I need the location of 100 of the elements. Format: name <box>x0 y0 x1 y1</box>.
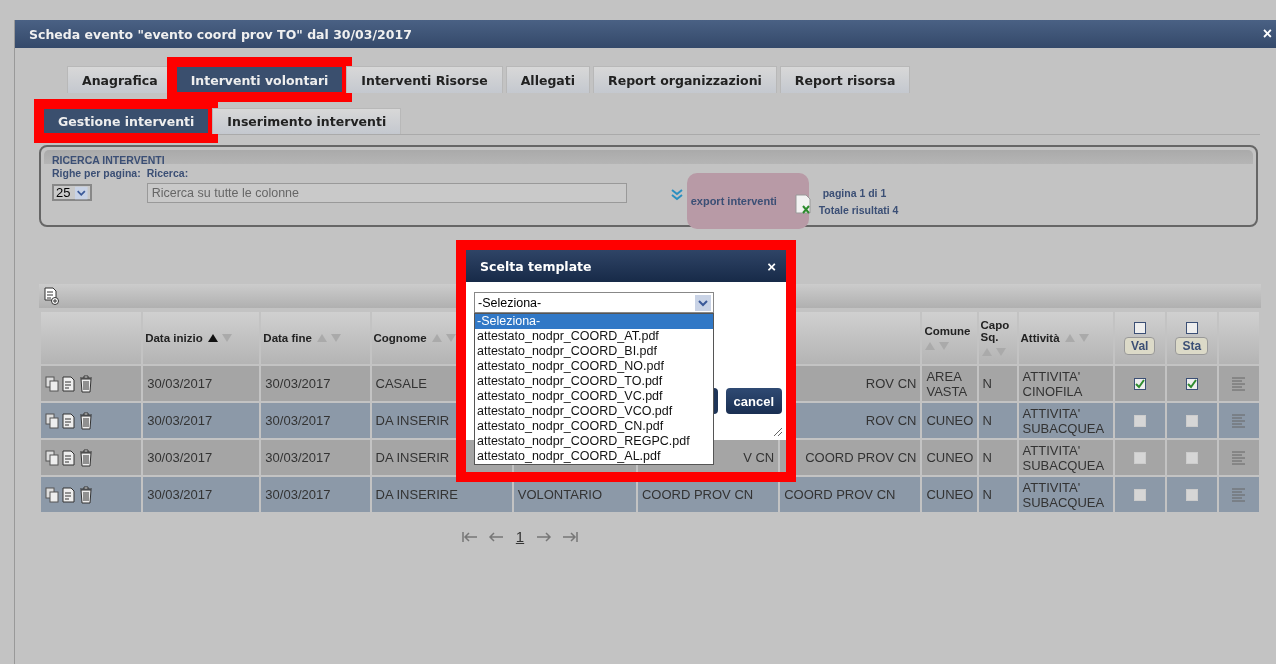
cell-text: N <box>982 413 992 428</box>
dropdown-option[interactable]: attestato_nodpr_COORD_VC.pdf <box>475 389 713 404</box>
search-field[interactable]: Ricerca su tutte le colonne <box>146 183 627 203</box>
cell-text: 30/03/2017 <box>147 487 213 502</box>
copy-icon[interactable] <box>45 486 59 503</box>
cell-text: ROV CN <box>865 413 917 428</box>
details-lines-icon[interactable] <box>1230 449 1247 466</box>
cell-text: DA INSERIRE <box>375 487 458 502</box>
last-page-icon[interactable] <box>562 530 579 543</box>
cell-text: VOLONTARIO <box>517 487 603 502</box>
cell-text: 30/03/2017 <box>265 450 331 465</box>
first-page-icon[interactable] <box>461 530 478 543</box>
edit-document-icon[interactable] <box>61 485 77 504</box>
template-select[interactable]: -Seleziona- <box>474 292 714 313</box>
dropdown-option[interactable]: attestato_nodpr_COORD_AL.pdf <box>475 449 713 464</box>
close-button[interactable]: × <box>767 257 776 275</box>
search-label: Ricerca: <box>146 167 190 179</box>
cell-text: COORD PROV CN <box>805 450 917 465</box>
trash-icon[interactable] <box>79 374 93 393</box>
cell-text: ROV CN <box>865 376 917 391</box>
page-link[interactable]: 1 <box>513 528 527 545</box>
copy-icon[interactable] <box>45 375 59 392</box>
details-lines-icon[interactable] <box>1230 486 1247 503</box>
column-label[interactable]: Data fine <box>263 332 312 344</box>
previous-page-icon[interactable] <box>487 530 504 543</box>
panel-title: RICERCA INTERVENTI <box>52 154 165 166</box>
cell-text: COORD PROV CN <box>784 487 896 502</box>
cell-text: N <box>982 487 992 502</box>
dropdown-option[interactable]: attestato_nodpr_COORD_VCO.pdf <box>475 404 713 419</box>
checkbox[interactable] <box>1185 377 1198 390</box>
column-label[interactable]: Cognome <box>373 332 427 344</box>
column-header <box>1218 312 1259 364</box>
tab[interactable]: Interventi Risorse <box>346 66 503 93</box>
column-label[interactable]: Comune <box>924 325 971 337</box>
cell-text: 30/03/2017 <box>265 413 331 428</box>
cell-text: V CN <box>743 450 775 465</box>
trash-icon[interactable] <box>79 411 93 430</box>
rows-per-page-label: Righe per pagina: <box>52 167 141 179</box>
caret-icon <box>695 294 711 311</box>
cell-text: 30/03/2017 <box>265 376 331 391</box>
trash-icon[interactable] <box>79 485 93 504</box>
trash-icon[interactable] <box>79 448 93 467</box>
cell-text: CUNEO <box>926 487 974 502</box>
cell-text: 30/03/2017 <box>147 376 213 391</box>
cell-text: DA INSERIR <box>375 413 450 428</box>
cell-text: N <box>982 450 992 465</box>
tab[interactable]: Allegati <box>505 66 591 93</box>
dropdown-option[interactable]: attestato_nodpr_COORD_TO.pdf <box>475 374 713 389</box>
tab[interactable]: Report risorsa <box>779 66 911 93</box>
checkbox[interactable] <box>1133 321 1146 334</box>
details-lines-icon[interactable] <box>1230 412 1247 429</box>
dialog-title: Scelta template <box>480 258 592 274</box>
edit-document-icon[interactable] <box>61 374 77 393</box>
cell-text: N <box>982 376 992 391</box>
sort-arrows-icon[interactable] <box>206 333 233 343</box>
copy-icon[interactable] <box>45 449 59 466</box>
dropdown-option[interactable]: attestato_nodpr_COORD_BI.pdf <box>475 344 713 359</box>
column-label[interactable]: Attività <box>1020 332 1060 344</box>
total-results: Totale risultati 4 <box>818 204 899 216</box>
page-info: pagina 1 di 1 <box>821 187 888 199</box>
cancel-button[interactable]: cancel <box>725 388 782 414</box>
next-page-icon[interactable] <box>536 530 553 543</box>
tab[interactable]: Report organizzazioni <box>593 66 777 93</box>
edit-document-icon[interactable] <box>61 411 77 430</box>
column-label[interactable]: Capo Sq. <box>980 319 1015 343</box>
details-lines-icon[interactable] <box>1230 375 1247 392</box>
checkbox[interactable] <box>1185 321 1198 334</box>
cell-text: ATTIVITA' SUBACQUEA <box>1022 479 1105 510</box>
dropdown-option[interactable]: -Seleziona- <box>475 314 713 329</box>
dropdown-option[interactable]: attestato_nodpr_COORD_CN.pdf <box>475 419 713 434</box>
cell-text: 30/03/2017 <box>265 487 331 502</box>
rows-per-page-select[interactable]: 25 <box>52 184 92 201</box>
add-document-icon[interactable] <box>43 287 59 305</box>
cell-text: 30/03/2017 <box>147 450 213 465</box>
cell-text: CUNEO <box>926 450 974 465</box>
caret-icon <box>75 185 88 200</box>
subtab[interactable]: Inserimento interventi <box>212 108 402 134</box>
double-chevron-icon[interactable] <box>670 189 683 201</box>
dropdown-option[interactable]: attestato_nodpr_COORD_REGPC.pdf <box>475 434 713 449</box>
window-title: Scheda evento "evento coord prov TO" dal 30/03/2017 <box>29 26 412 42</box>
edit-document-icon[interactable] <box>61 448 77 467</box>
cell-text: COORD PROV CN <box>641 487 754 502</box>
cell-text: ATTIVITA' SUBACQUEA <box>1022 442 1105 473</box>
dropdown-option[interactable]: attestato_nodpr_COORD_AT.pdf <box>475 329 713 344</box>
column-label[interactable]: Data inizio <box>145 332 203 344</box>
cell-text: DA INSERIR <box>375 450 450 465</box>
checkbox[interactable] <box>1133 377 1146 390</box>
spreadsheet-file-icon <box>794 194 811 214</box>
copy-icon[interactable] <box>45 412 59 429</box>
close-button[interactable]: × <box>1258 25 1276 43</box>
header-button[interactable]: Sta <box>1175 336 1209 355</box>
resize-grip-icon[interactable] <box>773 427 783 437</box>
header-button[interactable]: Val <box>1124 336 1156 355</box>
cell-text: CASALE <box>375 376 427 391</box>
dropdown-option[interactable]: attestato_nodpr_COORD_NO.pdf <box>475 359 713 374</box>
cell-text: ATTIVITA' CINOFILA <box>1022 368 1083 399</box>
cell-text: 30/03/2017 <box>147 413 213 428</box>
cell-text: AREA VASTA <box>926 368 968 399</box>
cell-text: CUNEO <box>926 413 974 428</box>
cell-text: ATTIVITA' SUBACQUEA <box>1022 405 1105 436</box>
